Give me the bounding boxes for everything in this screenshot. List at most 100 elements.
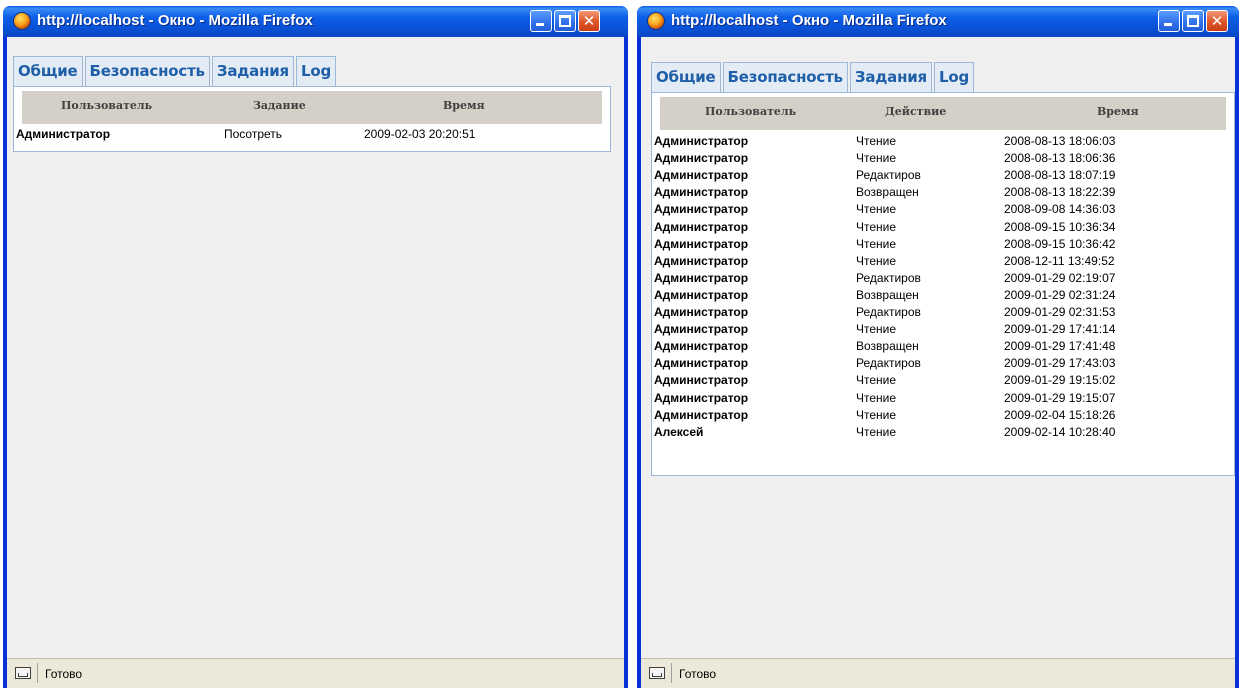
tab-security[interactable]: Безопасность — [722, 62, 848, 92]
cell-user: Администратор — [654, 305, 749, 319]
tab-general[interactable]: Общие — [13, 56, 83, 86]
cell-action: Чтение — [856, 373, 897, 388]
title-bar[interactable]: http://localhost - Окно - Mozilla Firefo… — [637, 6, 1239, 37]
table-row[interactable]: Администратор Чтение 2009-01-29 19:15:07 — [652, 391, 1234, 407]
table-row[interactable]: Администратор Чтение 2008-09-15 10:36:42 — [652, 237, 1234, 253]
cell-time: 2008-12-11 13:49:52 — [1004, 253, 1115, 268]
cell-user: Администратор — [654, 270, 749, 285]
table-row[interactable]: Администратор Чтение 2008-12-11 13:49:52 — [652, 254, 1234, 270]
table-row[interactable]: Алексей Чтение 2009-02-14 10:28:40 — [652, 425, 1234, 441]
cell-time: 2009-01-29 02:31:53 — [1004, 305, 1116, 319]
cell-action: Редактиров — [856, 356, 921, 371]
close-button[interactable]: ✕ — [578, 10, 600, 32]
maximize-icon — [1187, 15, 1199, 27]
table-header: Пользователь Задание Время — [22, 91, 602, 124]
cell-user: Администратор — [654, 185, 749, 200]
cell-action: Чтение — [856, 151, 897, 166]
cell-user: Администратор — [654, 168, 749, 183]
cell-action: Чтение — [856, 322, 897, 337]
table-header: Пользователь Действие Время — [660, 97, 1226, 130]
close-icon: ✕ — [582, 13, 596, 30]
column-header-task[interactable]: Задание — [253, 99, 306, 112]
cell-time: 2008-08-13 18:06:36 — [1004, 151, 1116, 166]
cell-action: Редактиров — [856, 305, 921, 319]
cell-user: Администратор — [654, 219, 749, 234]
cell-user: Администратор — [654, 407, 749, 422]
cell-action: Возвращен — [856, 287, 919, 302]
table-row[interactable]: Администратор Чтение 2009-01-29 17:41:14 — [652, 322, 1234, 338]
cell-time: 2009-01-29 19:15:07 — [1004, 390, 1116, 405]
cell-user: Администратор — [654, 322, 749, 337]
cell-time: 2008-09-15 10:36:42 — [1004, 236, 1116, 251]
cell-action: Чтение — [856, 219, 897, 234]
table-row[interactable]: Администратор Чтение 2008-09-15 10:36:34 — [652, 220, 1234, 236]
table-row[interactable]: Администратор Чтение 2008-09-08 14:36:03 — [652, 202, 1234, 218]
cell-action: Чтение — [856, 134, 897, 148]
column-header-user[interactable]: Пользователь — [705, 105, 796, 118]
table-row[interactable]: Администратор Редактиров 2008-08-13 18:07:… — [652, 168, 1234, 184]
table-row[interactable]: Администратор Редактиров 2009-01-29 02:19:… — [652, 271, 1234, 287]
maximize-button[interactable] — [554, 10, 576, 32]
maximize-button[interactable] — [1182, 10, 1204, 32]
close-button[interactable]: ✕ — [1206, 10, 1228, 32]
log-panel: Пользователь Действие Время Администрато… — [651, 92, 1235, 476]
table-row[interactable]: Администратор Посотреть 2009-02-03 20:20… — [14, 127, 610, 143]
cell-time: 2009-01-29 17:41:14 — [1004, 322, 1116, 337]
firefox-window-left: http://localhost - Окно - Mozilla Firefo… — [3, 6, 628, 688]
cell-action: Возвращен — [856, 185, 919, 200]
status-page-icon — [649, 667, 665, 679]
cell-user: Администратор — [654, 151, 749, 166]
tab-log[interactable]: Log — [933, 62, 974, 92]
title-bar[interactable]: http://localhost - Окно - Mozilla Firefo… — [3, 6, 628, 37]
status-text: Готово — [45, 667, 83, 681]
column-header-time[interactable]: Время — [1097, 105, 1139, 118]
column-header-user[interactable]: Пользователь — [61, 99, 152, 112]
status-separator — [37, 663, 38, 683]
cell-action: Чтение — [856, 407, 897, 422]
cell-time: 2009-01-29 02:31:24 — [1004, 287, 1116, 302]
status-bar: Готово — [7, 658, 624, 688]
minimize-icon — [536, 23, 544, 26]
cell-time: 2008-08-13 18:22:39 — [1004, 185, 1116, 200]
cell-action: Редактиров — [856, 270, 921, 285]
firefox-icon — [647, 12, 665, 30]
cell-task: Посотреть — [224, 127, 283, 141]
table-row[interactable]: Администратор Чтение 2008-08-13 18:06:03 — [652, 134, 1234, 150]
cell-time: 2009-01-29 02:19:07 — [1004, 270, 1116, 285]
table-row[interactable]: Администратор Редактиров 2009-01-29 17:43:… — [652, 356, 1234, 372]
cell-time: 2008-09-08 14:36:03 — [1004, 202, 1116, 217]
table-row[interactable]: Администратор Чтение 2009-02-04 15:18:26 — [652, 408, 1234, 424]
tab-tasks[interactable]: Задания — [849, 62, 932, 92]
cell-user: Администратор — [654, 253, 749, 268]
cell-action: Чтение — [856, 202, 897, 217]
table-row[interactable]: Администратор Редактиров 2009-01-29 02:31:… — [652, 305, 1234, 321]
cell-time: 2009-01-29 19:15:02 — [1004, 373, 1116, 388]
window-title: http://localhost - Окно - Mozilla Firefo… — [37, 12, 313, 29]
minimize-button[interactable] — [530, 10, 552, 32]
tab-log[interactable]: Log — [295, 56, 336, 86]
table-row[interactable]: Администратор Чтение 2008-08-13 18:06:36 — [652, 151, 1234, 167]
minimize-button[interactable] — [1158, 10, 1180, 32]
cell-user: Администратор — [654, 356, 749, 371]
tab-strip: Общие Безопасность Задания Log — [651, 62, 976, 92]
maximize-icon — [559, 15, 571, 27]
table-row[interactable]: Администратор Чтение 2009-01-29 19:15:02 — [652, 373, 1234, 389]
column-header-time[interactable]: Время — [443, 99, 485, 112]
tab-general[interactable]: Общие — [651, 62, 721, 92]
window-content: Общие Безопасность Задания Log Пользоват… — [7, 37, 624, 658]
cell-action: Чтение — [856, 253, 897, 268]
tab-tasks[interactable]: Задания — [211, 56, 294, 86]
cell-time: 2009-02-14 10:28:40 — [1004, 424, 1116, 439]
table-row[interactable]: Администратор Возвращен 2009-01-29 02:31:2… — [652, 288, 1234, 304]
cell-time: 2009-01-29 17:41:48 — [1004, 339, 1116, 354]
tab-security[interactable]: Безопасность — [84, 56, 210, 86]
close-icon: ✕ — [1210, 13, 1224, 30]
cell-time: 2009-02-03 20:20:51 — [364, 127, 476, 141]
table-row[interactable]: Администратор Возвращен 2008-08-13 18:22:3… — [652, 185, 1234, 201]
cell-user: Администратор — [654, 236, 749, 251]
column-header-action[interactable]: Действие — [885, 105, 946, 118]
window-title: http://localhost - Окно - Mozilla Firefo… — [671, 12, 947, 29]
cell-user: Алексей — [654, 424, 704, 439]
table-row[interactable]: Администратор Возвращен 2009-01-29 17:41:4… — [652, 339, 1234, 355]
minimize-icon — [1164, 23, 1172, 26]
